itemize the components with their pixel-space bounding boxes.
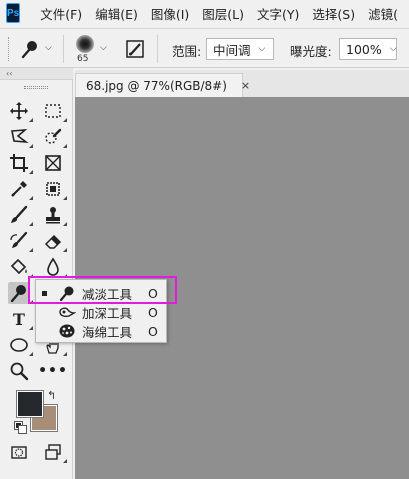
dodge-icon	[21, 41, 37, 59]
tool-group-indicator	[29, 170, 33, 174]
healing-brush-tool-icon[interactable]	[42, 178, 67, 200]
document-tab-title: 68.jpg @ 77%(RGB/8#)	[86, 78, 227, 93]
polygonal-lasso-tool-icon[interactable]	[8, 126, 33, 148]
tool-group-indicator	[63, 144, 67, 148]
highlight-box	[28, 276, 177, 304]
menu-image[interactable]: 图像(I)	[151, 4, 189, 23]
collapse-panel-icon[interactable]: ‹‹	[0, 68, 73, 80]
document-tab-bar: 68.jpg @ 77%(RGB/8#) ×	[75, 70, 409, 97]
tool-group-indicator	[29, 118, 33, 122]
tool-group-indicator	[29, 222, 33, 226]
flyout-item-label: 海绵工具	[82, 324, 133, 340]
eyedropper-tool-icon[interactable]	[8, 178, 33, 200]
close-icon[interactable]: ×	[241, 79, 250, 92]
range-label: 范围:	[172, 44, 202, 59]
tool-group-indicator	[63, 352, 67, 356]
screen-mode-icon[interactable]	[42, 441, 67, 463]
sponge-icon	[58, 323, 76, 339]
chevron-down-icon: ⌵	[389, 44, 397, 54]
blur-tool-icon[interactable]	[42, 256, 67, 278]
tool-group-indicator	[63, 222, 67, 226]
tool-group-indicator	[29, 248, 33, 252]
edit-toolbar-icon[interactable]: •••	[38, 360, 67, 382]
menu-type[interactable]: 文字(Y)	[257, 4, 299, 23]
menu-file[interactable]: 文件(F)	[40, 4, 82, 23]
crop-tool-icon[interactable]	[8, 152, 33, 174]
tool-group-indicator	[63, 459, 67, 463]
tool-preset-picker[interactable]	[20, 39, 42, 59]
exposure-field[interactable]: 100% ⌵	[339, 38, 397, 60]
divider	[157, 35, 158, 63]
clone-stamp-tool-icon[interactable]	[42, 204, 67, 226]
paint-bucket-tool-icon[interactable]	[8, 256, 33, 278]
flyout-item-sponge[interactable]: 海绵工具 O	[36, 321, 166, 341]
divider	[63, 35, 64, 63]
tool-group-indicator	[63, 118, 67, 122]
menu-select[interactable]: 选择(S)	[312, 4, 355, 23]
type-tool-icon[interactable]: T	[8, 308, 33, 330]
menu-bar: Ps 文件(F) 编辑(E) 图像(I) 图层(L) 文字(Y) 选择(S) 滤…	[0, 0, 409, 26]
exposure-label: 曝光度:	[290, 44, 332, 59]
ellipse-tool-icon[interactable]	[8, 334, 33, 356]
flyout-item-shortcut: O	[148, 304, 158, 320]
tool-group-indicator	[29, 352, 33, 356]
range-value: 中间调	[213, 42, 251, 58]
move-tool-icon[interactable]	[8, 100, 33, 122]
tool-group-indicator	[29, 144, 33, 148]
more-tools-glyph: •••	[38, 363, 68, 379]
brush-tool-icon[interactable]	[8, 204, 33, 226]
chevron-down-icon[interactable]: ⌵	[100, 43, 107, 53]
dodge-tool-icon[interactable]	[8, 282, 33, 304]
flyout-item-burn[interactable]: 加深工具 O	[36, 302, 166, 322]
range-select[interactable]: 中间调 ⌵	[206, 38, 274, 60]
burn-icon	[58, 304, 77, 320]
chevron-down-icon[interactable]: ⌵	[45, 43, 52, 53]
tool-group-indicator	[63, 248, 67, 252]
photoshop-logo: Ps	[6, 3, 21, 23]
foreground-color-swatch[interactable]	[16, 390, 44, 418]
brush-size: 65	[77, 54, 89, 64]
document-tab[interactable]: 68.jpg @ 77%(RGB/8#) ×	[75, 73, 250, 97]
type-tool-glyph: T	[13, 309, 25, 329]
frame-tool-icon[interactable]	[42, 152, 64, 174]
brush-preview-icon[interactable]	[76, 35, 94, 53]
swap-colors-icon[interactable]: ↰	[47, 389, 56, 402]
menu-edit[interactable]: 编辑(E)	[95, 4, 138, 23]
flyout-item-shortcut: O	[148, 323, 158, 339]
tool-group-indicator	[63, 196, 67, 200]
menu-items: 文件(F) 编辑(E) 图像(I) 图层(L) 文字(Y) 选择(S) 滤镜(	[40, 4, 409, 23]
tool-group-indicator	[29, 326, 33, 330]
history-brush-tool-icon[interactable]	[8, 230, 33, 252]
flyout-item-label: 加深工具	[82, 305, 133, 321]
menu-layer[interactable]: 图层(L)	[202, 4, 244, 23]
default-colors-icon[interactable]	[14, 421, 27, 434]
options-bar: ⌵ 65 ⌵ 范围: 中间调 ⌵ 曝光度: 100% ⌵	[0, 28, 409, 68]
eraser-tool-icon[interactable]	[42, 230, 67, 252]
exposure-value: 100%	[346, 41, 382, 57]
chevron-down-icon: ⌵	[258, 44, 266, 54]
quick-selection-tool-icon[interactable]	[42, 126, 67, 148]
panel-grip[interactable]	[24, 86, 48, 89]
marquee-tool-icon[interactable]	[42, 100, 67, 122]
brush-settings-icon[interactable]	[125, 39, 145, 59]
options-grip[interactable]	[8, 37, 10, 61]
zoom-tool-icon[interactable]	[8, 360, 30, 382]
menu-filter[interactable]: 滤镜(	[368, 4, 398, 23]
quick-mask-icon[interactable]	[8, 441, 30, 463]
tool-group-indicator	[29, 196, 33, 200]
